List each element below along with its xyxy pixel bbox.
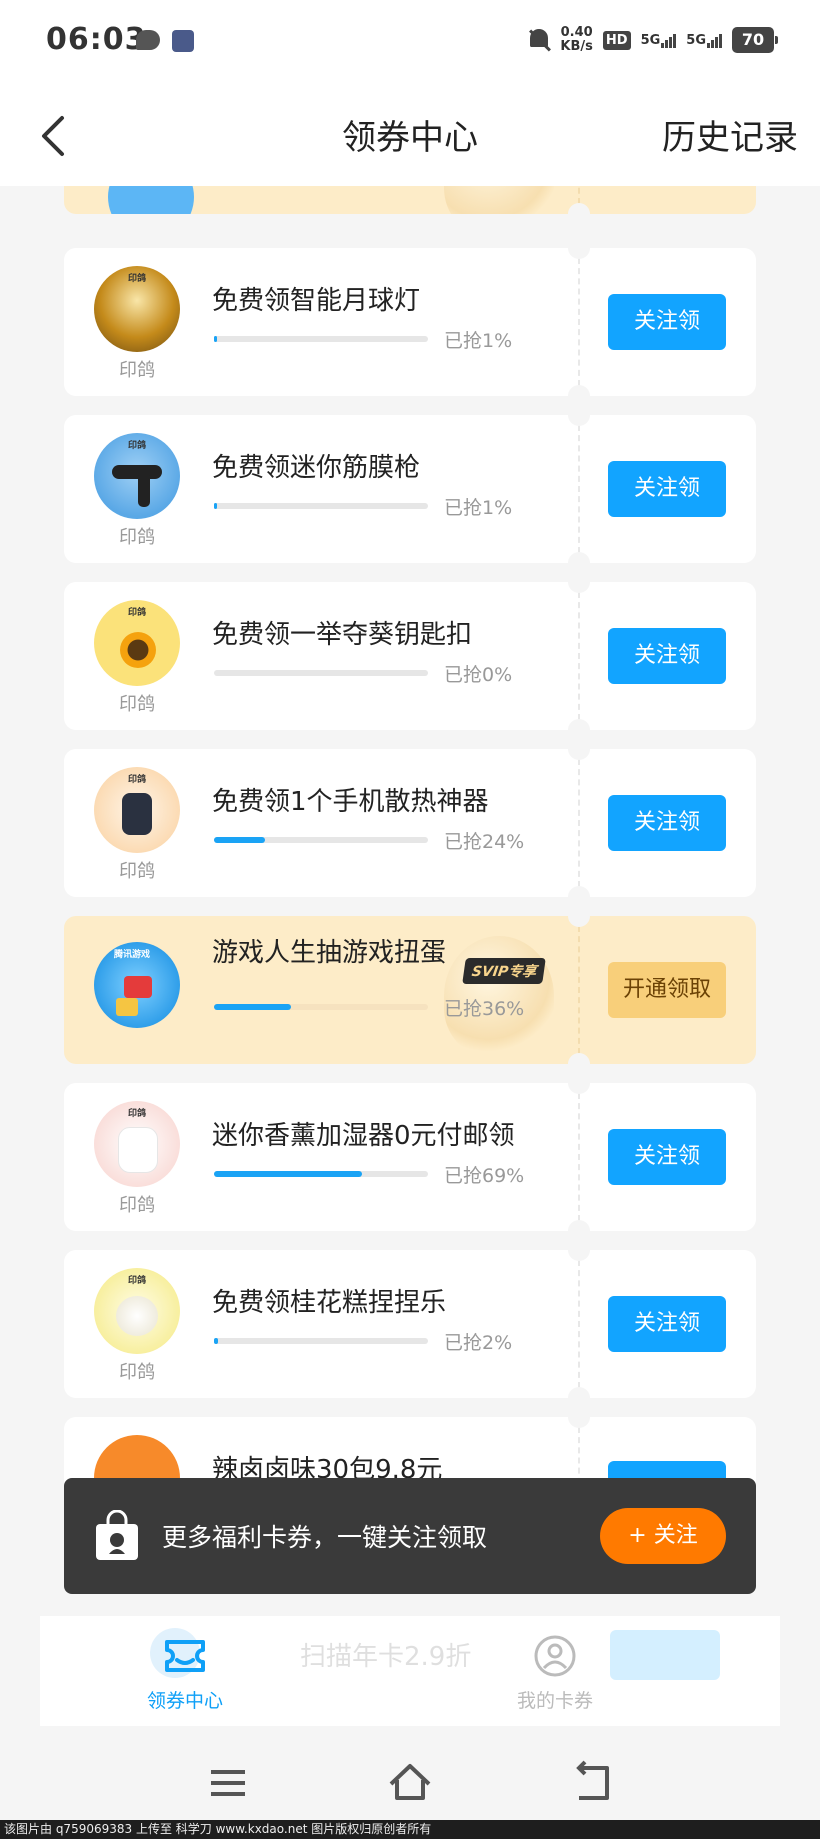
tab-my-cards[interactable]: 我的卡券 bbox=[475, 1634, 635, 1713]
thumb-brand-tag: 印鸽 bbox=[128, 441, 147, 451]
coupon-card[interactable]: 印鸽 印鸽 免费领迷你筋膜枪 已抢1% 关注领 bbox=[64, 415, 756, 563]
status-bar: 06:03 0.40 KB/s HD 5G 5G 70 bbox=[0, 0, 820, 90]
shopping-bag-icon bbox=[96, 1510, 138, 1560]
signal-icon-2: 5G bbox=[686, 33, 722, 48]
follow-claim-button[interactable]: 关注领 bbox=[608, 628, 726, 684]
home-icon[interactable] bbox=[385, 1758, 435, 1808]
progress-bar bbox=[214, 503, 428, 509]
status-indicators: 0.40 KB/s HD 5G 5G 70 bbox=[528, 26, 778, 54]
progress-text: 已抢1% bbox=[444, 330, 513, 352]
item-title: 免费领桂花糕捏捏乐 bbox=[212, 1288, 447, 1318]
humidifier-image: 印鸽 bbox=[94, 1101, 180, 1187]
game-capsule-image: 腾讯游戏 bbox=[94, 942, 180, 1028]
follow-claim-button[interactable]: 关注领 bbox=[608, 1296, 726, 1352]
thumb-brand-tag: 印鸽 bbox=[128, 1276, 147, 1286]
brand-label: 印鸽 bbox=[119, 1362, 155, 1383]
brand-label: 印鸽 bbox=[119, 694, 155, 715]
thumb-brand-tag: 腾讯游戏 bbox=[114, 950, 151, 960]
progress-text: 已抢24% bbox=[444, 831, 525, 853]
coupon-card[interactable]: 印鸽 印鸽 免费领1个手机散热神器 已抢24% 关注领 bbox=[64, 749, 756, 897]
item-title: 免费领一举夺葵钥匙扣 bbox=[212, 620, 473, 650]
signal-icon-1: 5G bbox=[641, 33, 677, 48]
progress-text: 已抢36% bbox=[444, 998, 525, 1020]
coupon-card[interactable]: 印鸽 印鸽 免费领智能月球灯 已抢1% 关注领 bbox=[64, 248, 756, 396]
follow-claim-button[interactable]: 关注领 bbox=[608, 294, 726, 350]
progress-bar bbox=[214, 1004, 428, 1010]
brand-label: 印鸽 bbox=[119, 360, 155, 381]
progress-bar bbox=[214, 837, 428, 843]
follow-all-button[interactable]: + 关注 bbox=[600, 1508, 726, 1564]
history-link[interactable]: 历史记录 bbox=[662, 110, 798, 159]
status-time: 06:03 bbox=[46, 22, 147, 57]
signal-label-2: 5G bbox=[686, 32, 706, 48]
net-speed-unit: KB/s bbox=[560, 39, 593, 54]
sunflower-keychain-image: 印鸽 bbox=[94, 600, 180, 686]
partial-vip-card[interactable] bbox=[64, 186, 756, 214]
faded-card-title: 扫描年卡2.9折 bbox=[300, 1642, 472, 1672]
net-speed: 0.40 KB/s bbox=[560, 26, 592, 54]
brand-label: 印鸽 bbox=[119, 527, 155, 548]
app-header: 领券中心 历史记录 bbox=[0, 90, 820, 186]
net-speed-value: 0.40 bbox=[560, 25, 593, 40]
squishy-toy-image: 印鸽 bbox=[94, 1268, 180, 1354]
user-icon bbox=[534, 1635, 576, 1677]
coupon-list: 印鸽 印鸽 免费领智能月球灯 已抢1% 关注领 印鸽 印鸽 免费领迷你筋膜枪 已… bbox=[0, 186, 820, 1616]
android-app-icon bbox=[172, 30, 194, 52]
open-claim-button[interactable]: 开通领取 bbox=[608, 962, 726, 1018]
message-icon bbox=[136, 30, 160, 50]
progress-bar bbox=[214, 1171, 428, 1177]
progress-text: 已抢2% bbox=[444, 1332, 513, 1354]
follow-claim-button[interactable]: 关注领 bbox=[608, 1129, 726, 1185]
coupon-card[interactable]: 印鸽 印鸽 免费领桂花糕捏捏乐 已抢2% 关注领 bbox=[64, 1250, 756, 1398]
brand-label: 印鸽 bbox=[119, 1195, 155, 1216]
vip-coupon-card[interactable]: 腾讯游戏 游戏人生抽游戏扭蛋 SVIP专享 已抢36% 开通领取 bbox=[64, 916, 756, 1064]
watermark-text: 该图片由 q759069383 上传至 科学刀 www.kxdao.net 图片… bbox=[0, 1820, 820, 1839]
progress-bar bbox=[214, 1338, 428, 1344]
progress-text: 已抢69% bbox=[444, 1165, 525, 1187]
vip-decoration bbox=[444, 186, 554, 214]
menu-icon[interactable] bbox=[203, 1758, 253, 1808]
promo-banner[interactable]: 更多福利卡券，一键关注领取 + 关注 bbox=[64, 1478, 756, 1594]
promo-text: 更多福利卡券，一键关注领取 bbox=[162, 1523, 488, 1552]
back-icon[interactable] bbox=[567, 1758, 617, 1808]
coupon-card[interactable]: 印鸽 印鸽 免费领一举夺葵钥匙扣 已抢0% 关注领 bbox=[64, 582, 756, 730]
item-title: 免费领1个手机散热神器 bbox=[212, 787, 489, 817]
massage-gun-image: 印鸽 bbox=[94, 433, 180, 519]
battery-icon: 70 bbox=[732, 27, 778, 53]
moon-lamp-image: 印鸽 bbox=[94, 266, 180, 352]
progress-bar bbox=[214, 670, 428, 676]
signal-label-1: 5G bbox=[640, 32, 661, 48]
tab-coupon-center[interactable]: 领券中心 bbox=[105, 1634, 265, 1713]
item-title: 免费领迷你筋膜枪 bbox=[212, 453, 421, 483]
tab-label: 我的卡券 bbox=[516, 1690, 593, 1712]
progress-bar bbox=[214, 336, 428, 342]
tab-label: 领券中心 bbox=[146, 1690, 223, 1712]
partial-thumb-image bbox=[108, 186, 194, 214]
progress-text: 已抢1% bbox=[444, 497, 513, 519]
follow-claim-button[interactable]: 关注领 bbox=[608, 795, 726, 851]
progress-text: 已抢0% bbox=[444, 664, 513, 686]
hd-icon: HD bbox=[602, 30, 631, 50]
item-title: 迷你香薰加湿器0元付邮领 bbox=[212, 1121, 515, 1151]
brand-label: 印鸽 bbox=[119, 861, 155, 882]
follow-claim-button[interactable]: 关注领 bbox=[608, 461, 726, 517]
phone-cooler-image: 印鸽 bbox=[94, 767, 180, 853]
bell-off-icon bbox=[528, 27, 550, 53]
ticket-icon bbox=[165, 1640, 205, 1672]
svip-badge: SVIP专享 bbox=[462, 958, 547, 984]
thumb-brand-tag: 印鸽 bbox=[128, 775, 147, 785]
thumb-brand-tag: 印鸽 bbox=[128, 608, 147, 618]
coupon-card[interactable]: 印鸽 印鸽 迷你香薰加湿器0元付邮领 已抢69% 关注领 bbox=[64, 1083, 756, 1231]
item-title: 免费领智能月球灯 bbox=[212, 286, 421, 316]
thumb-brand-tag: 印鸽 bbox=[128, 1109, 147, 1119]
bottom-tab-bar: 扫描年卡2.9折 领券中心 我的卡券 bbox=[40, 1616, 780, 1726]
thumb-brand-tag: 印鸽 bbox=[128, 274, 147, 284]
